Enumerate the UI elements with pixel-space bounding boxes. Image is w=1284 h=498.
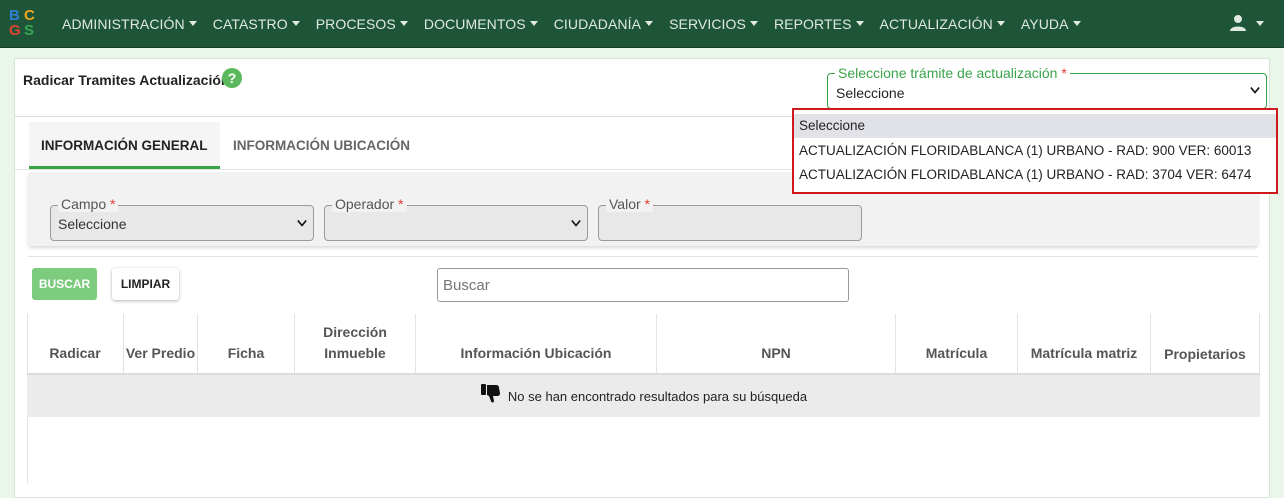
nav-label: PROCESOS bbox=[315, 16, 396, 32]
required-mark: * bbox=[1061, 65, 1067, 81]
campo-select[interactable]: Campo * Seleccione bbox=[50, 196, 314, 241]
valor-input[interactable]: Valor * bbox=[598, 196, 862, 241]
empty-results-row: No se han encontrado resultados para su … bbox=[27, 375, 1260, 417]
column-header-informacion-ubicacion[interactable]: Información Ubicación bbox=[416, 314, 657, 374]
column-header-matricula-matriz[interactable]: Matrícula matriz bbox=[1018, 314, 1151, 374]
required-mark: * bbox=[398, 196, 404, 212]
campo-value: Seleccione bbox=[58, 216, 127, 232]
tramite-label-text: Seleccione trámite de actualización bbox=[838, 65, 1058, 81]
operador-label: Operador * bbox=[332, 196, 407, 212]
user-menu[interactable] bbox=[1230, 14, 1264, 32]
operador-select[interactable]: Operador * bbox=[324, 196, 588, 241]
column-header-radicar[interactable]: Radicar bbox=[27, 314, 124, 374]
limpiar-button[interactable]: LIMPIAR bbox=[112, 268, 179, 300]
nav-label: SERVICIOS bbox=[669, 16, 746, 32]
nav-label: CATASTRO bbox=[212, 16, 288, 32]
column-header-npn[interactable]: NPN bbox=[657, 314, 896, 374]
column-header-ver-predio[interactable]: Ver Predio bbox=[124, 314, 198, 374]
nav-label: DOCUMENTOS bbox=[423, 16, 526, 32]
caret-down-icon bbox=[1072, 20, 1081, 26]
nav-label: AYUDA bbox=[1020, 16, 1069, 32]
tramite-dropdown-list: Seleccione ACTUALIZACIÓN FLORIDABLANCA (… bbox=[792, 108, 1278, 194]
nav-ayuda[interactable]: AYUDA bbox=[1013, 0, 1089, 48]
top-navbar: B C G S ADMINISTRACIÓN CATASTRO PROCESOS… bbox=[0, 0, 1284, 48]
campo-label: Campo * bbox=[58, 196, 119, 212]
tramite-select-value: Seleccione bbox=[836, 85, 905, 101]
nav-label: REPORTES bbox=[773, 16, 852, 32]
caret-down-icon bbox=[291, 20, 300, 26]
caret-down-icon bbox=[399, 20, 408, 26]
operador-label-text: Operador bbox=[335, 196, 395, 212]
caret-down-icon bbox=[529, 20, 538, 26]
column-header-direccion-inmueble[interactable]: Dirección Inmueble bbox=[295, 314, 416, 374]
nav-reportes[interactable]: REPORTES bbox=[766, 0, 872, 48]
caret-down-icon bbox=[645, 20, 654, 26]
campo-label-text: Campo bbox=[61, 196, 107, 212]
caret-down-icon bbox=[855, 20, 864, 26]
nav-actualizacion[interactable]: ACTUALIZACIÓN bbox=[872, 0, 1013, 48]
nav-catastro[interactable]: CATASTRO bbox=[205, 0, 308, 48]
question-icon[interactable]: ? bbox=[222, 68, 242, 88]
user-icon bbox=[1230, 15, 1246, 31]
tramite-option[interactable]: ACTUALIZACIÓN FLORIDABLANCA (1) URBANO -… bbox=[794, 139, 1276, 163]
logo-letter-b: B bbox=[9, 7, 20, 24]
nav-administracion[interactable]: ADMINISTRACIÓN bbox=[54, 0, 205, 48]
tramite-select-label: Seleccione trámite de actualización * bbox=[835, 65, 1070, 81]
tab-informacion-ubicacion[interactable]: INFORMACIÓN UBICACIÓN bbox=[221, 122, 422, 169]
tramite-option[interactable]: ACTUALIZACIÓN FLORIDABLANCA (1) URBANO -… bbox=[794, 163, 1276, 187]
logo-letter-g: G bbox=[9, 22, 21, 39]
bcgs-logo[interactable]: B C G S bbox=[9, 8, 41, 40]
page-title: Radicar Tramites Actualización bbox=[23, 72, 230, 88]
valor-label: Valor * bbox=[606, 196, 653, 212]
empty-message: No se han encontrado resultados para su … bbox=[507, 388, 808, 404]
column-header-matricula[interactable]: Matrícula bbox=[896, 314, 1018, 374]
thumbs-down-icon bbox=[480, 384, 500, 403]
caret-down-icon bbox=[996, 20, 1005, 26]
chevron-down-icon bbox=[297, 219, 307, 227]
tramite-select[interactable]: Seleccione trámite de actualización * Se… bbox=[827, 65, 1267, 109]
nav-label: ADMINISTRACIÓN bbox=[62, 16, 185, 32]
nav-label: ACTUALIZACIÓN bbox=[879, 16, 993, 32]
buscar-button[interactable]: BUSCAR bbox=[32, 268, 97, 300]
logo-letter-s: S bbox=[24, 22, 35, 39]
caret-down-icon bbox=[1256, 20, 1264, 26]
tramite-option[interactable]: Seleccione bbox=[794, 114, 1276, 138]
nav-label: CIUDADANÍA bbox=[553, 16, 642, 32]
nav-servicios[interactable]: SERVICIOS bbox=[661, 0, 766, 48]
nav-procesos[interactable]: PROCESOS bbox=[308, 0, 416, 48]
valor-label-text: Valor bbox=[609, 196, 641, 212]
required-mark: * bbox=[644, 196, 650, 212]
divider bbox=[28, 256, 1258, 257]
caret-down-icon bbox=[749, 20, 758, 26]
chevron-down-icon bbox=[1250, 86, 1260, 94]
column-header-ficha[interactable]: Ficha bbox=[198, 314, 295, 374]
nav-ciudadania[interactable]: CIUDADANÍA bbox=[546, 0, 661, 48]
results-table: Radicar Ver Predio Ficha Dirección Inmue… bbox=[27, 314, 1260, 484]
tab-informacion-general[interactable]: INFORMACIÓN GENERAL bbox=[29, 122, 220, 169]
search-input[interactable] bbox=[437, 268, 849, 302]
logo-letter-c: C bbox=[24, 7, 35, 24]
column-header-propietarios[interactable]: Propietarios bbox=[1151, 314, 1260, 374]
chevron-down-icon bbox=[571, 219, 581, 227]
nav-documentos[interactable]: DOCUMENTOS bbox=[416, 0, 546, 48]
required-mark: * bbox=[110, 196, 116, 212]
main-menu: ADMINISTRACIÓN CATASTRO PROCESOS DOCUMEN… bbox=[54, 0, 1089, 48]
caret-down-icon bbox=[188, 20, 197, 26]
